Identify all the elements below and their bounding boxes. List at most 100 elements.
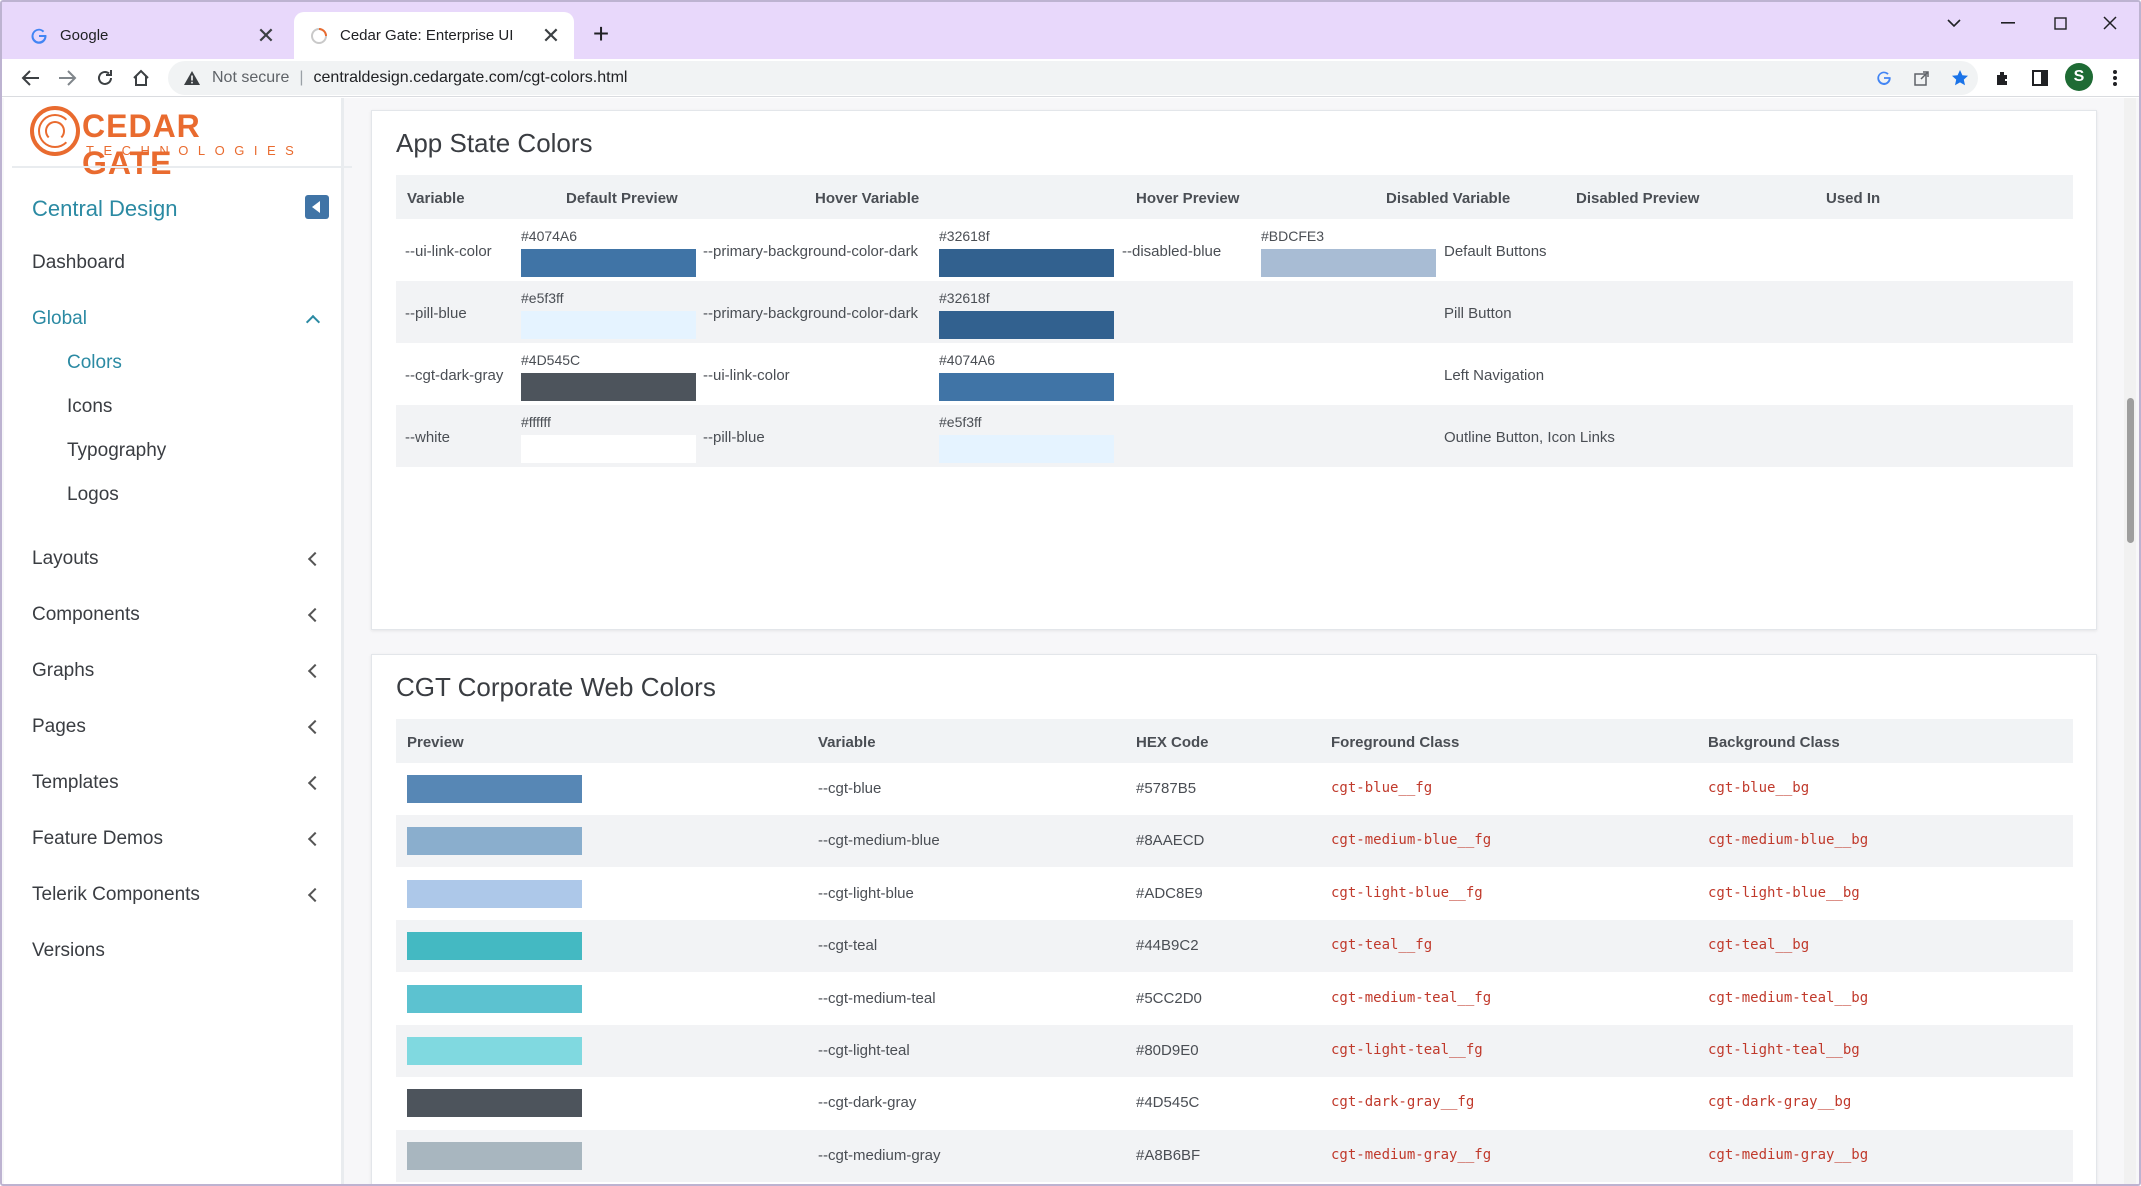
table-row: --cgt-medium-gray #A8B6BF cgt-medium-gray_… bbox=[396, 1129, 2073, 1182]
app-state-colors-card: App State Colors Variable Default Previe… bbox=[371, 110, 2097, 630]
variable-cell: --cgt-blue bbox=[818, 780, 882, 797]
close-tab-icon[interactable]: ✕ bbox=[253, 23, 279, 49]
warning-icon[interactable] bbox=[182, 68, 202, 88]
column-header: Hover Variable bbox=[815, 190, 920, 207]
share-icon[interactable] bbox=[1908, 64, 1936, 92]
corporate-colors-card: CGT Corporate Web Colors Preview Variabl… bbox=[371, 654, 2097, 1184]
home-icon[interactable] bbox=[126, 63, 156, 93]
browser-window: Google ✕ Cedar Gate: Enterprise UI ✕ + N… bbox=[0, 0, 2141, 1186]
page-scrollbar[interactable] bbox=[2124, 98, 2136, 1184]
tab-cedar-gate[interactable]: Cedar Gate: Enterprise UI ✕ bbox=[294, 12, 574, 59]
background-class-cell: cgt-dark-gray__bg bbox=[1708, 1094, 1852, 1111]
variable-cell: --pill-blue bbox=[405, 305, 467, 322]
sidebar: CEDAR GATE TECHNOLOGIES Central Design D… bbox=[4, 98, 352, 1184]
chevron-left-icon[interactable] bbox=[306, 664, 320, 678]
used-in-cell: Pill Button bbox=[1444, 305, 1512, 322]
foreground-class-cell: cgt-dark-gray__fg bbox=[1331, 1094, 1475, 1111]
background-class-cell: cgt-teal__bg bbox=[1708, 937, 1810, 954]
main-content: App State Colors Variable Default Previe… bbox=[347, 98, 2122, 1184]
disabled-hex-label: #BDCFE3 bbox=[1261, 228, 1325, 244]
hex-cell: #44B9C2 bbox=[1136, 937, 1199, 955]
color-preview-swatch bbox=[407, 984, 582, 1013]
hover-variable-cell: --primary-background-color-dark bbox=[703, 243, 919, 260]
column-header: Disabled Preview bbox=[1576, 190, 1700, 207]
sidebar-item-graphs[interactable]: Graphs bbox=[32, 660, 94, 682]
profile-avatar[interactable]: S bbox=[2065, 63, 2093, 91]
tab-google[interactable]: Google ✕ bbox=[14, 12, 289, 59]
chevron-left-icon[interactable] bbox=[306, 888, 320, 902]
sidebar-item-dashboard[interactable]: Dashboard bbox=[32, 252, 125, 274]
hover-hex-label: #e5f3ff bbox=[939, 414, 982, 430]
chevron-up-icon[interactable] bbox=[306, 312, 320, 326]
url-text[interactable]: centraldesign.cedargate.com/cgt-colors.h… bbox=[314, 69, 628, 87]
page: CEDAR GATE TECHNOLOGIES Central Design D… bbox=[2, 98, 2139, 1184]
chevron-left-icon[interactable] bbox=[306, 720, 320, 734]
google-icon bbox=[30, 27, 48, 45]
reload-icon[interactable] bbox=[90, 63, 120, 93]
sidebar-item-pages[interactable]: Pages bbox=[32, 716, 86, 738]
hover-color-swatch bbox=[939, 373, 1114, 401]
collapse-sidebar-icon[interactable] bbox=[305, 195, 329, 219]
extensions-icon[interactable] bbox=[1988, 63, 2018, 93]
table-row: --cgt-medium-blue #8AAECD cgt-medium-blue_… bbox=[396, 815, 2073, 868]
sidebar-item-telerik-components[interactable]: Telerik Components bbox=[32, 884, 200, 906]
back-icon[interactable] bbox=[16, 63, 46, 93]
sidebar-subitem-logos[interactable]: Logos bbox=[67, 484, 119, 506]
address-bar[interactable]: Not secure | centraldesign.cedargate.com… bbox=[168, 61, 1978, 95]
hover-hex-label: #4074A6 bbox=[939, 352, 996, 368]
tab-search-icon[interactable] bbox=[1934, 10, 1974, 36]
sidebar-subitem-icons[interactable]: Icons bbox=[67, 396, 112, 418]
column-header: Variable bbox=[818, 734, 876, 751]
color-preview-swatch bbox=[407, 932, 582, 961]
tab-title: Cedar Gate: Enterprise UI bbox=[340, 27, 514, 44]
hover-color-swatch bbox=[939, 249, 1114, 277]
color-preview-swatch bbox=[407, 1089, 582, 1118]
sidebar-item-versions[interactable]: Versions bbox=[32, 940, 105, 962]
side-panel-icon[interactable] bbox=[2025, 63, 2055, 93]
sidebar-subitem-typography[interactable]: Typography bbox=[67, 440, 166, 462]
chevron-left-icon[interactable] bbox=[306, 552, 320, 566]
sidebar-section-title[interactable]: Central Design bbox=[32, 196, 178, 222]
variable-cell: --cgt-dark-gray bbox=[405, 367, 504, 384]
chevron-left-icon[interactable] bbox=[306, 608, 320, 622]
scrollbar-thumb[interactable] bbox=[2127, 398, 2134, 543]
hex-cell: #ADC8E9 bbox=[1136, 884, 1203, 902]
table-row: --cgt-teal #44B9C2 cgt-teal__fg cgt-teal__b… bbox=[396, 920, 2073, 973]
sidebar-divider bbox=[12, 166, 352, 168]
cedar-gate-logo[interactable]: CEDAR GATE TECHNOLOGIES bbox=[30, 106, 294, 181]
hex-cell: #8AAECD bbox=[1136, 832, 1205, 850]
minimize-icon[interactable] bbox=[1988, 10, 2028, 36]
column-header: Hover Preview bbox=[1136, 190, 1240, 207]
sidebar-item-layouts[interactable]: Layouts bbox=[32, 548, 99, 570]
url-separator: | bbox=[299, 69, 304, 86]
close-tab-icon[interactable]: ✕ bbox=[538, 23, 564, 49]
sidebar-subitem-colors[interactable]: Colors bbox=[67, 352, 122, 374]
sidebar-item-feature-demos[interactable]: Feature Demos bbox=[32, 828, 163, 850]
background-class-cell: cgt-medium-teal__bg bbox=[1708, 989, 1869, 1006]
bookmark-star-icon[interactable] bbox=[1946, 64, 1974, 92]
color-preview-swatch bbox=[407, 1037, 582, 1065]
sidebar-item-components[interactable]: Components bbox=[32, 604, 140, 626]
column-header: Background Class bbox=[1708, 734, 1840, 751]
foreground-class-cell: cgt-light-blue__fg bbox=[1331, 884, 1483, 901]
table-header: Variable Default Preview Hover Variable … bbox=[396, 175, 2073, 219]
hex-cell: #A8B6BF bbox=[1136, 1146, 1201, 1164]
hover-hex-label: #32618f bbox=[939, 228, 990, 244]
close-window-icon[interactable] bbox=[2090, 10, 2130, 36]
sidebar-item-global[interactable]: Global bbox=[32, 308, 87, 330]
chevron-left-icon[interactable] bbox=[306, 776, 320, 790]
foreground-class-cell: cgt-blue__fg bbox=[1331, 780, 1433, 796]
column-header: Foreground Class bbox=[1331, 734, 1460, 751]
forward-icon[interactable] bbox=[52, 63, 82, 93]
menu-icon[interactable] bbox=[2100, 63, 2130, 93]
foreground-class-cell: cgt-medium-blue__fg bbox=[1331, 832, 1492, 849]
hex-cell: #5CC2D0 bbox=[1136, 989, 1202, 1007]
google-lens-icon[interactable] bbox=[1870, 64, 1898, 92]
maximize-icon[interactable] bbox=[2040, 10, 2080, 36]
new-tab-button[interactable]: + bbox=[586, 20, 616, 50]
section-title: App State Colors bbox=[396, 128, 593, 158]
table-row: --pill-blue #e5f3ff --primary-background-c… bbox=[396, 281, 2073, 343]
default-color-swatch bbox=[521, 249, 696, 277]
sidebar-item-templates[interactable]: Templates bbox=[32, 772, 119, 794]
chevron-left-icon[interactable] bbox=[306, 832, 320, 846]
